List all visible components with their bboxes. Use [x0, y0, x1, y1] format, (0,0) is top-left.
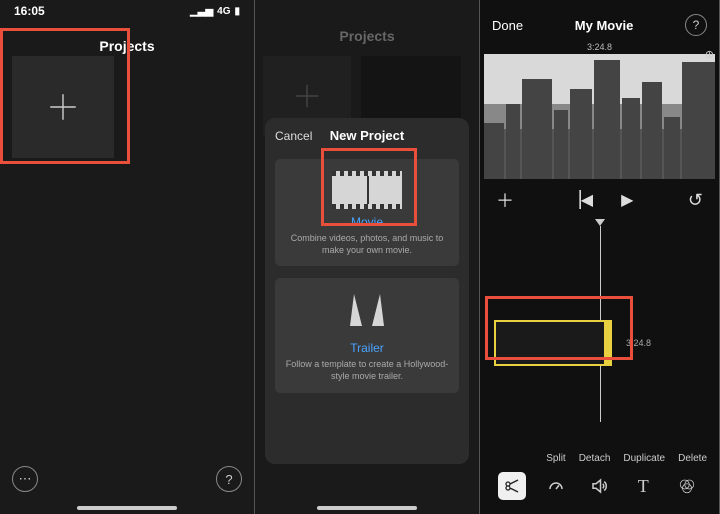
- action-delete[interactable]: Delete: [678, 453, 707, 464]
- cancel-button[interactable]: Cancel: [275, 129, 312, 143]
- help-button[interactable]: ?: [216, 466, 242, 492]
- transport-bar: ＋ ▕◀ ▶ ↺: [480, 179, 719, 221]
- spotlight-icon: [342, 290, 392, 330]
- play-button[interactable]: ▶: [621, 190, 633, 210]
- status-right: ▁▃▅ 4G ▮: [190, 4, 240, 18]
- tool-scissors[interactable]: [498, 472, 526, 500]
- home-indicator[interactable]: [317, 506, 417, 510]
- option-trailer-desc: Follow a template to create a Hollywood-…: [285, 359, 449, 382]
- tool-speed[interactable]: [542, 472, 570, 500]
- skip-back-button[interactable]: ▕◀: [568, 190, 593, 210]
- home-indicator[interactable]: [77, 506, 177, 510]
- signal-icon: ▁▃▅: [190, 6, 213, 17]
- more-button[interactable]: ⋯: [12, 466, 38, 492]
- tool-filter[interactable]: [673, 472, 701, 500]
- highlight-box: [321, 148, 417, 226]
- status-bar: 16:05 ▁▃▅ 4G ▮: [0, 0, 254, 20]
- editor-header: Done My Movie ?: [480, 0, 719, 42]
- filter-icon: [678, 477, 696, 495]
- project-title: My Movie: [575, 18, 634, 33]
- battery-icon: ▮: [234, 6, 240, 17]
- bottom-controls: ⋯ ?: [0, 466, 254, 492]
- option-trailer[interactable]: Trailer Follow a template to create a Ho…: [275, 278, 459, 392]
- clock: 16:05: [14, 4, 45, 18]
- tool-text[interactable]: T: [629, 472, 657, 500]
- screen-projects: 16:05 ▁▃▅ 4G ▮ Projects ⋯ ?: [0, 0, 255, 514]
- add-media-button[interactable]: ＋: [496, 187, 514, 213]
- highlight-box: [0, 28, 130, 164]
- undo-button[interactable]: ↺: [688, 190, 703, 211]
- tool-row: T: [480, 472, 719, 500]
- network-label: 4G: [217, 6, 230, 17]
- action-detach[interactable]: Detach: [579, 453, 611, 464]
- help-button[interactable]: ?: [685, 14, 707, 36]
- action-duplicate[interactable]: Duplicate: [623, 453, 665, 464]
- video-preview[interactable]: [484, 54, 715, 179]
- playhead-marker-icon: [595, 219, 605, 226]
- clip-actions: Split Detach Duplicate Delete: [480, 453, 719, 464]
- speedometer-icon: [547, 477, 565, 495]
- volume-icon: [590, 477, 608, 495]
- plus-icon: [292, 81, 322, 111]
- tool-volume[interactable]: [585, 472, 613, 500]
- action-split[interactable]: Split: [546, 453, 565, 464]
- page-title-faded: Projects: [255, 0, 479, 54]
- scissors-icon: [504, 478, 520, 494]
- sheet-title: New Project: [330, 128, 404, 143]
- screen-editor: Done My Movie ? 3:24.8 ⊕ ＋ ▕◀ ▶ ↺ 3:24.8…: [480, 0, 720, 514]
- screen-new-project-sheet: Projects Cancel New Project Movie Combin…: [255, 0, 480, 514]
- zoom-icon[interactable]: ⊕: [705, 48, 714, 61]
- done-button[interactable]: Done: [492, 18, 523, 33]
- highlight-box: [485, 296, 633, 360]
- option-movie-desc: Combine videos, photos, and music to mak…: [285, 233, 449, 256]
- total-time: 3:24.8: [480, 42, 719, 54]
- option-trailer-label: Trailer: [283, 341, 451, 355]
